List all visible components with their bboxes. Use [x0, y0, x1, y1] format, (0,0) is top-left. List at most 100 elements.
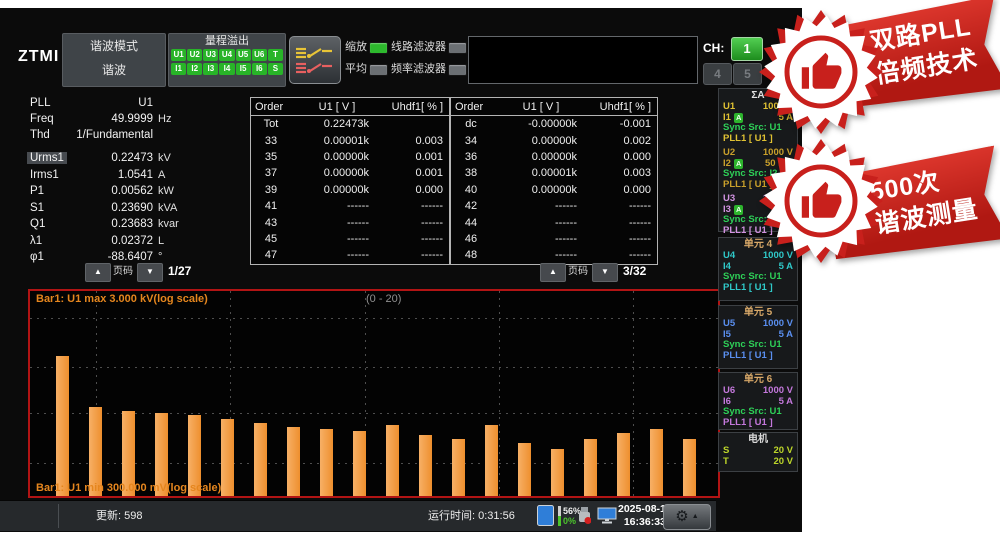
cell-order: 44	[451, 217, 491, 229]
info-row-Thd: Thd1/Fundamental	[0, 129, 230, 145]
cell-u1: ------	[291, 200, 379, 212]
cell-order: 43	[251, 217, 291, 229]
cell-u1: 0.00000k	[291, 184, 379, 196]
cell-uhdf1: 0.003	[379, 135, 449, 147]
cell-u1: 0.00001k	[491, 167, 587, 179]
cell-uhdf1: 0.001	[379, 151, 449, 163]
sidebar-group-3: 单元 5U51000 VI55 ASync Src: U1PLL1 [ U1 ]	[718, 305, 798, 369]
info-row-Freq: Freq49.9999Hz	[0, 113, 230, 129]
harmonic-bar-19	[650, 429, 663, 496]
mode-box[interactable]: 谐波模式 谐波	[62, 33, 166, 87]
page-down-button-left[interactable]: ▼	[137, 263, 163, 282]
page-value-left: 1/27	[168, 263, 191, 280]
pll-info-block: PLLU1Freq49.9999HzThd1/Fundamental	[0, 97, 230, 145]
channel-label: CH:	[703, 41, 724, 55]
caret-up-icon: ▲	[692, 513, 699, 520]
table-row: 42------------	[451, 198, 657, 214]
table-row: 350.00000k0.001	[251, 149, 449, 165]
page-value-right: 3/32	[623, 263, 646, 280]
info-value: U1	[50, 97, 153, 109]
value-unit: kV	[158, 152, 171, 164]
voltage-range: 1000 V	[763, 319, 793, 330]
harmonic-bar-13	[452, 439, 465, 496]
col-u1: U1 [ V ]	[495, 101, 587, 113]
cell-uhdf1: ------	[379, 233, 449, 245]
table-row: 43------------	[251, 214, 449, 230]
cell-u1: 0.00001k	[291, 135, 379, 147]
page-down-button-right[interactable]: ▼	[592, 263, 618, 282]
runtime-label: 运行时间:	[428, 510, 475, 522]
toggle-label-average: 平均	[345, 62, 367, 76]
cell-order: 39	[251, 184, 291, 196]
overflow-indicator-row-voltage: U1U2U3U4U5U6T	[169, 48, 285, 62]
overflow-indicator-row-current: I1I2I3I4I5I6S	[169, 62, 285, 76]
freq-filter-led	[448, 64, 467, 76]
voltage-range: 1000 V	[763, 386, 793, 397]
harmonic-bar-9	[320, 429, 333, 496]
cell-order: 33	[251, 135, 291, 147]
toggle-label-line-filter: 线路滤波器	[391, 40, 446, 54]
motor-label: T	[723, 457, 729, 468]
element-entry-U6: U61000 VI65 ASync Src: U1PLL1 [ U1 ]	[719, 386, 797, 428]
mode-sub: 谐波	[63, 58, 165, 82]
promo-badge-dual-pll: 双路PLL 倍频技术	[755, 2, 1000, 134]
overflow-indicator-I6: I6	[252, 63, 267, 75]
cell-uhdf1: ------	[587, 217, 657, 229]
page-label-left: 页码	[113, 263, 133, 280]
pll-line: PLL1 [ U1 ]	[719, 283, 797, 294]
channel-4-button[interactable]: 4	[703, 63, 732, 85]
wiring-settings-button[interactable]	[289, 36, 341, 84]
table-row: 41------------	[251, 198, 449, 214]
col-order: Order	[451, 101, 495, 113]
toggle-label-zoom: 缩放	[345, 40, 367, 54]
cell-u1: ------	[491, 200, 587, 212]
value-number: 0.02372	[50, 235, 153, 247]
cell-order: Tot	[251, 118, 291, 130]
sync-source-line: Sync Src: U1	[719, 340, 797, 351]
sidebar-group-4: 单元 6U61000 VI65 ASync Src: U1PLL1 [ U1 ]	[718, 372, 798, 430]
cell-u1: 0.00000k	[491, 151, 587, 163]
gear-icon: ⚙	[675, 508, 688, 525]
cell-uhdf1: 0.001	[379, 167, 449, 179]
page-up-button-right[interactable]: ▲	[540, 263, 566, 282]
table-row: 46------------	[451, 231, 657, 247]
update-value: 598	[124, 510, 142, 522]
harmonic-bar-20	[683, 439, 696, 496]
pll-line: PLL1 [ U1 ]	[719, 418, 797, 429]
gridline-horizontal	[30, 318, 718, 319]
harmonic-bar-11	[386, 425, 399, 496]
update-label: 更新:	[96, 510, 121, 522]
info-row-PLL: PLLU1	[0, 97, 230, 113]
cell-uhdf1: 0.000	[587, 184, 657, 196]
page-up-button-left[interactable]: ▲	[85, 263, 111, 282]
gridline-vertical	[633, 291, 634, 496]
cell-order: 40	[451, 184, 491, 196]
table-row: 340.00000k0.002	[451, 132, 657, 148]
cell-uhdf1: ------	[379, 249, 449, 261]
harmonic-bar-16	[551, 449, 564, 496]
measurement-values-block: Urms10.22473kVIrms11.0541AP10.00562kWS10…	[0, 152, 230, 268]
cell-u1: 0.22473k	[291, 118, 379, 130]
value-number: 1.0541	[50, 169, 153, 181]
remote-display-icon	[597, 507, 617, 525]
storage-icon	[537, 505, 554, 526]
table-row: 48------------	[451, 247, 657, 263]
cell-uhdf1: 0.003	[587, 167, 657, 179]
table-row: 360.00000k0.000	[451, 149, 657, 165]
value-row-S1: S10.23690kVA	[0, 202, 230, 219]
sidebar-group-5: 电机S20 VT20 V	[718, 432, 798, 472]
value-label: Q1	[30, 218, 45, 230]
update-counter: 更新: 598	[96, 501, 142, 531]
overflow-indicator-U6: U6	[252, 49, 267, 61]
table-row: 330.00001k0.003	[251, 132, 449, 148]
harmonic-bar-1	[56, 356, 69, 496]
table-header: Order U1 [ V ] Uhdf1[ % ]	[251, 98, 449, 116]
cell-u1: ------	[291, 233, 379, 245]
harmonic-bar-8	[287, 427, 300, 496]
element-entry-U5: U51000 VI55 ASync Src: U1PLL1 [ U1 ]	[719, 319, 797, 361]
instrument-screen: ZTMI 谐波模式 谐波 量程溢出 U1U2U3U4U5U6T I1I2I3I4…	[0, 8, 802, 532]
cell-u1: 0.00000k	[291, 151, 379, 163]
info-label: Thd	[30, 129, 50, 141]
settings-gear-button[interactable]: ⚙▲	[663, 504, 711, 530]
col-uhdf1: Uhdf1[ % ]	[587, 101, 657, 113]
